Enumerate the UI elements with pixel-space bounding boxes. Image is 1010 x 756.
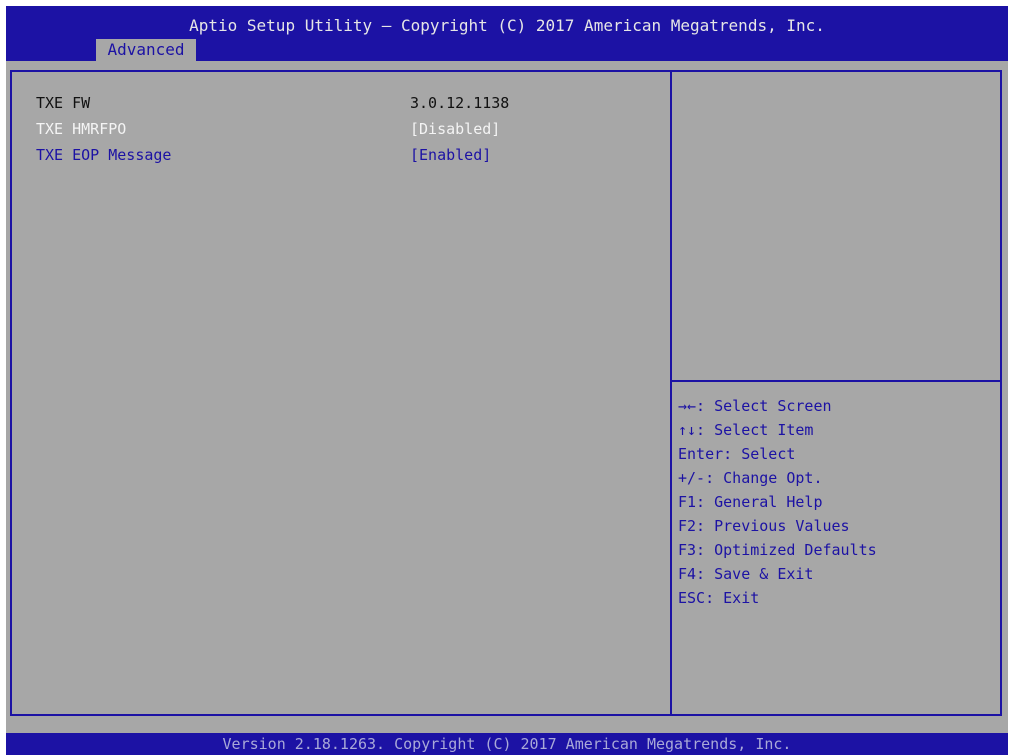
tab-advanced[interactable]: Advanced (96, 39, 196, 61)
help-general-help: F1: General Help (678, 493, 823, 511)
vertical-divider (670, 70, 672, 716)
setting-value: 3.0.12.1138 (410, 94, 510, 112)
header-bar: Aptio Setup Utility – Copyright (C) 2017… (6, 6, 1008, 61)
setting-label: TXE HMRFPO (36, 120, 127, 138)
setting-value[interactable]: [Disabled] (410, 116, 500, 142)
setting-label: TXE EOP Message (36, 146, 172, 164)
help-divider (672, 380, 1002, 382)
help-panel: →←: Select Screen ↑↓: Select Item Enter:… (678, 394, 998, 610)
help-select-screen: →←: Select Screen (678, 397, 832, 415)
help-previous-values: F2: Previous Values (678, 517, 850, 535)
help-enter-select: Enter: Select (678, 445, 796, 463)
settings-list: TXE FW 3.0.12.1138 TXE HMRFPO [Disabled]… (36, 90, 656, 168)
help-select-item: ↑↓: Select Item (678, 421, 814, 439)
help-esc-exit: ESC: Exit (678, 589, 760, 607)
help-optimized-defaults: F3: Optimized Defaults (678, 541, 877, 559)
setting-txe-hmrfpo[interactable]: TXE HMRFPO [Disabled] (36, 116, 656, 142)
footer-version: Version 2.18.1263. Copyright (C) 2017 Am… (6, 733, 1008, 755)
setting-txe-eop-message[interactable]: TXE EOP Message [Enabled] (36, 142, 656, 168)
setting-value[interactable]: [Enabled] (410, 142, 491, 168)
help-save-exit: F4: Save & Exit (678, 565, 814, 583)
help-change-opt: +/-: Change Opt. (678, 469, 823, 487)
header-title: Aptio Setup Utility – Copyright (C) 2017… (189, 16, 825, 35)
bios-screen: Aptio Setup Utility – Copyright (C) 2017… (6, 6, 1008, 755)
setting-txe-fw: TXE FW 3.0.12.1138 (36, 90, 656, 116)
setting-label: TXE FW (36, 94, 91, 112)
